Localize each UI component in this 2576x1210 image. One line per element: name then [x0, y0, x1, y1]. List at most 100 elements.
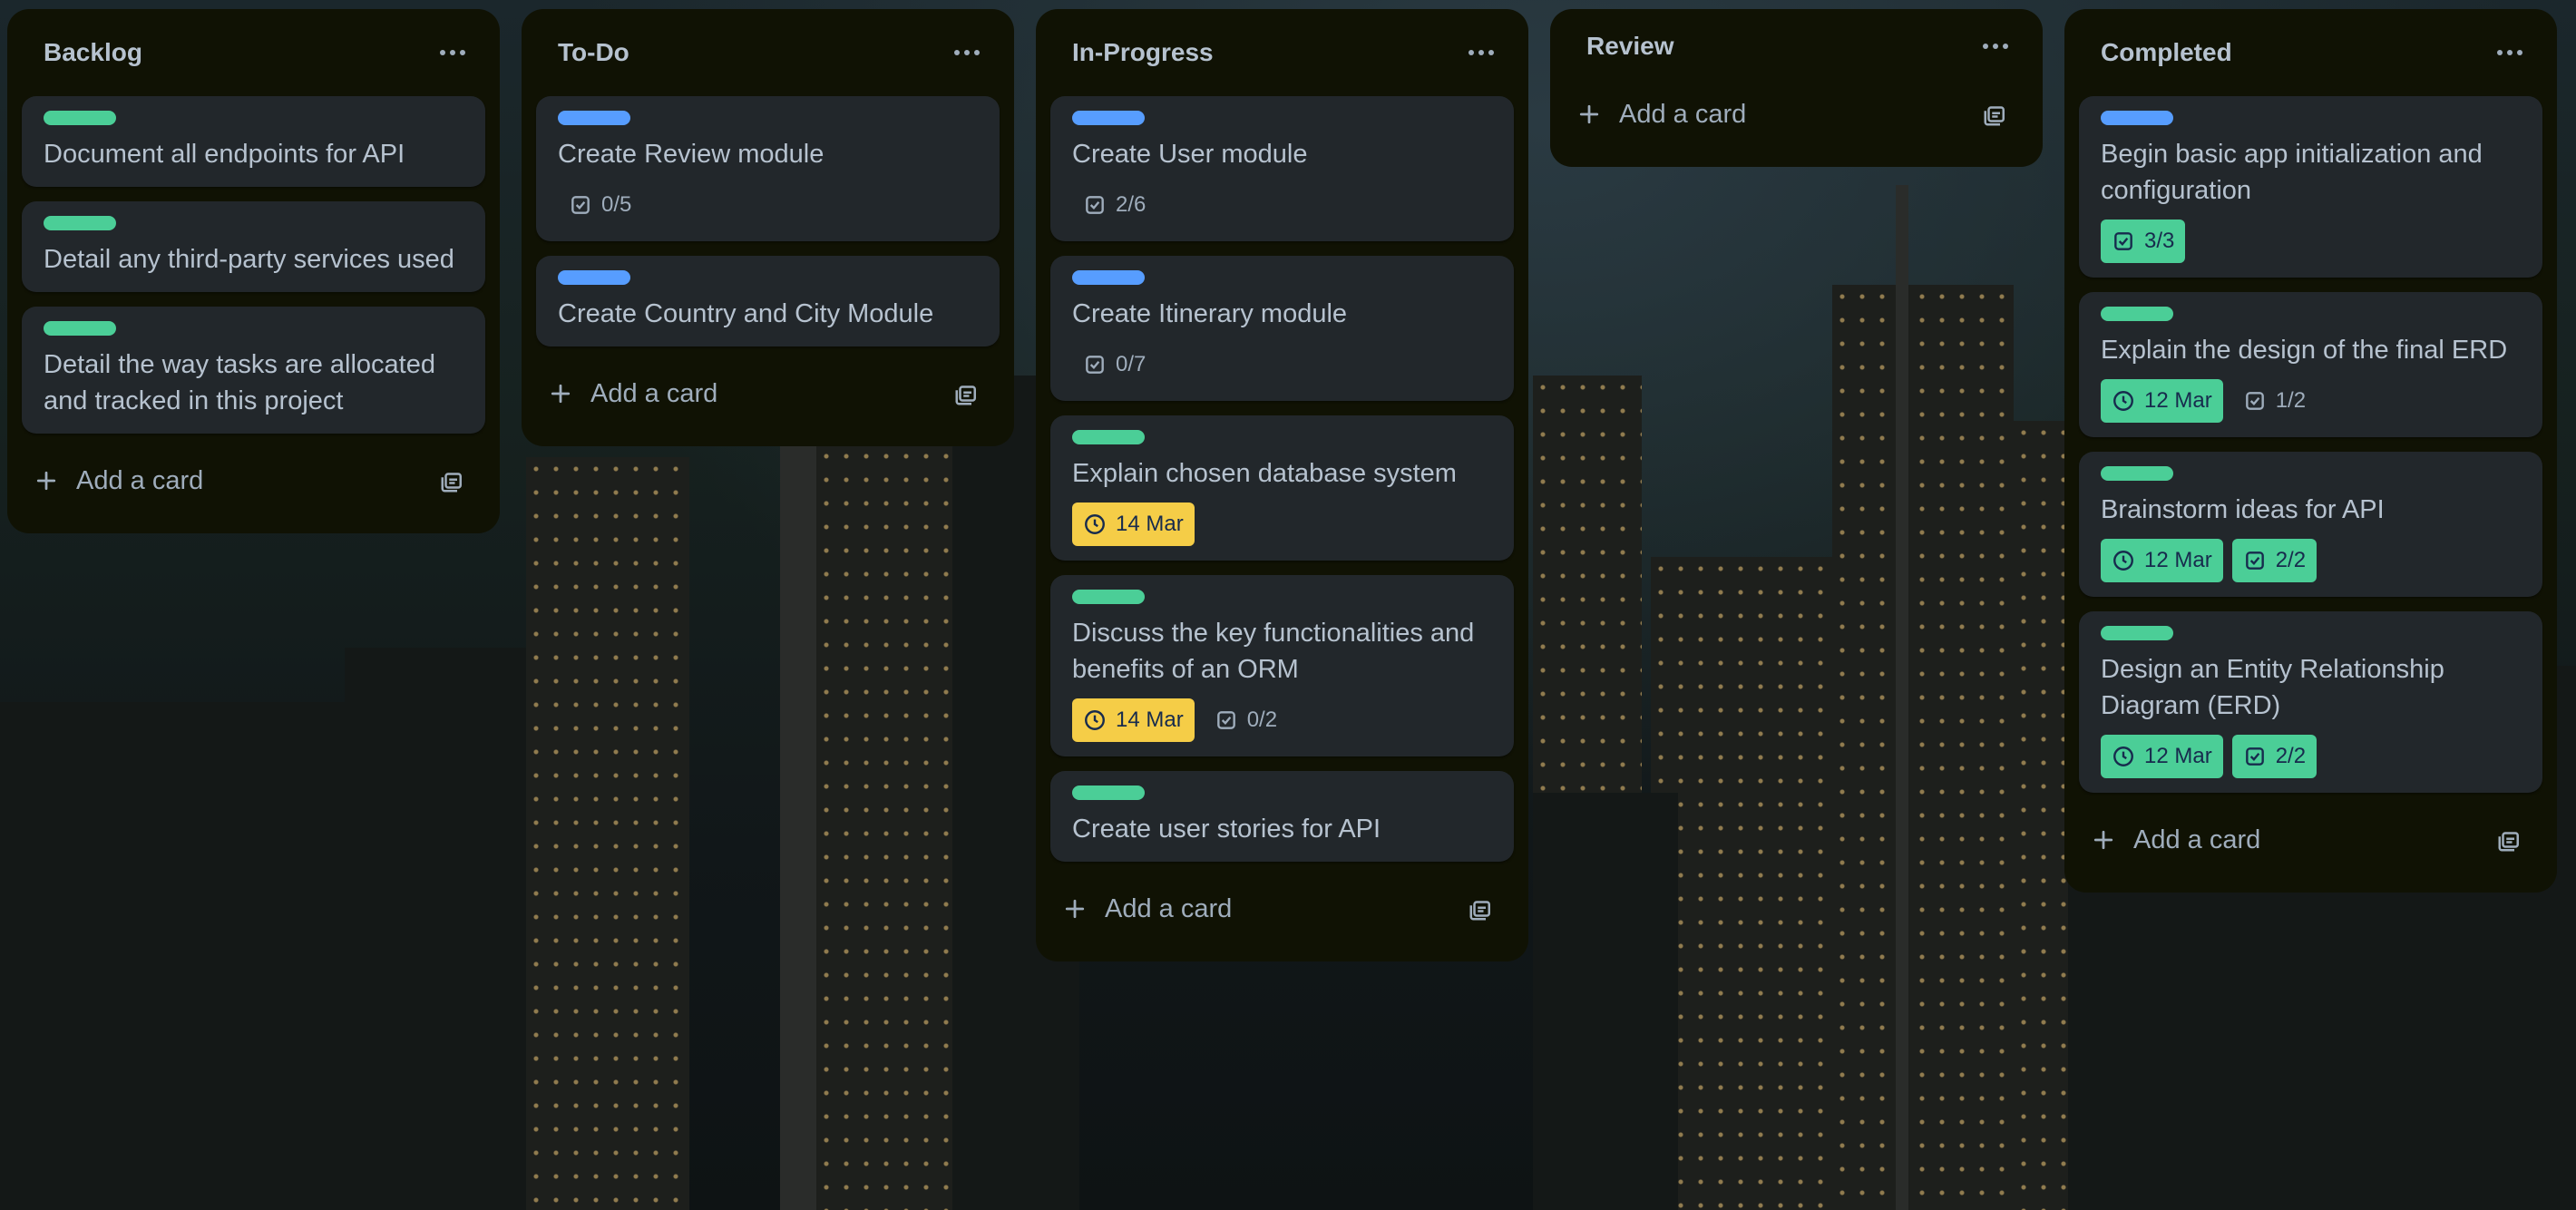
add-card-label: Add a card: [76, 465, 204, 495]
card-label-blue[interactable]: [1072, 270, 1145, 285]
card-badges: 3/3: [2101, 220, 2521, 263]
card[interactable]: Discuss the key functionalities and bene…: [1050, 575, 1514, 756]
checklist-badge: 2/2: [2231, 735, 2317, 778]
card-title: Create Review module: [558, 140, 825, 169]
card-label-green[interactable]: [2101, 466, 2173, 481]
due-date-text: 14 Mar: [1116, 707, 1184, 732]
list-header: Backlog: [22, 9, 485, 96]
card-badges: 12 Mar 1/2: [2101, 379, 2521, 423]
due-date-badge[interactable]: 12 Mar: [2101, 379, 2223, 423]
card-title: Document all endpoints for API: [44, 140, 405, 169]
card-label-green[interactable]: [1072, 786, 1145, 800]
add-card-button[interactable]: Add a card: [33, 466, 203, 496]
list-menu-icon[interactable]: [942, 27, 992, 78]
card-label-blue[interactable]: [558, 111, 630, 125]
list-menu-icon[interactable]: [1456, 27, 1507, 78]
card[interactable]: Explain chosen database system 14 Mar: [1050, 415, 1514, 561]
card-label-green[interactable]: [1072, 430, 1145, 444]
plus-icon: [2090, 826, 2117, 854]
card-title: Design an Entity Relationship Diagram (E…: [2101, 655, 2444, 720]
add-card-button[interactable]: Add a card: [547, 379, 717, 409]
card[interactable]: Create Itinerary module 0/7: [1050, 256, 1514, 401]
card-label-green[interactable]: [2101, 307, 2173, 321]
list-title[interactable]: Backlog: [44, 38, 142, 67]
checklist-icon: [569, 193, 592, 217]
card[interactable]: Detail the way tasks are allocated and t…: [22, 307, 485, 434]
card[interactable]: Create Country and City Module: [536, 256, 1000, 346]
checklist-count: 1/2: [2275, 388, 2307, 413]
card-badges: 14 Mar 0/2: [1072, 698, 1492, 742]
card-label-green[interactable]: [1072, 590, 1145, 604]
add-card-button[interactable]: Add a card: [1061, 894, 1232, 924]
card-label-green[interactable]: [44, 321, 116, 336]
list-header: In-Progress: [1050, 9, 1514, 96]
due-date-badge[interactable]: 12 Mar: [2101, 735, 2223, 778]
add-card-row: Add a card: [22, 443, 485, 519]
card-title: Explain chosen database system: [1072, 459, 1457, 488]
create-from-template-icon[interactable]: [2492, 822, 2528, 858]
card-badges: 14 Mar: [1072, 503, 1492, 546]
card-title: Detail any third-party services used: [44, 245, 454, 274]
checklist-count: 0/2: [1246, 707, 1278, 732]
checklist-count: 3/3: [2144, 229, 2175, 253]
checklist-icon: [2112, 229, 2135, 253]
add-card-button[interactable]: Add a card: [1576, 100, 1746, 130]
due-date-badge[interactable]: 12 Mar: [2101, 539, 2223, 582]
card-label-blue[interactable]: [558, 270, 630, 285]
add-card-row: Add a card: [1565, 76, 2028, 152]
card-label-green[interactable]: [44, 111, 116, 125]
card[interactable]: Explain the design of the final ERD 12 Ma…: [2079, 292, 2542, 437]
list-header: Review: [1565, 9, 2028, 83]
card-title: Begin basic app initialization and confi…: [2101, 140, 2483, 205]
card[interactable]: Create user stories for API: [1050, 771, 1514, 862]
due-date-badge[interactable]: 14 Mar: [1072, 503, 1195, 546]
checklist-icon: [2243, 745, 2267, 768]
create-from-template-icon[interactable]: [949, 376, 985, 412]
add-card-label: Add a card: [1619, 99, 1747, 129]
create-from-template-icon[interactable]: [1977, 96, 2014, 132]
add-card-label: Add a card: [1105, 893, 1233, 923]
checklist-count: 2/2: [2275, 744, 2307, 768]
create-from-template-icon[interactable]: [434, 463, 471, 499]
card-title: Create User module: [1072, 140, 1308, 169]
card-label-green[interactable]: [2101, 626, 2173, 640]
card[interactable]: Create Review module 0/5: [536, 96, 1000, 241]
card[interactable]: Detail any third-party services used: [22, 201, 485, 292]
list-title[interactable]: To-Do: [558, 38, 629, 67]
list-menu-icon[interactable]: [1970, 21, 2021, 72]
card[interactable]: Document all endpoints for API: [22, 96, 485, 187]
list-menu-icon[interactable]: [427, 27, 478, 78]
add-card-row: Add a card: [1050, 871, 1514, 947]
list-title[interactable]: Completed: [2101, 38, 2232, 67]
add-card-button[interactable]: Add a card: [2090, 825, 2260, 855]
create-from-template-icon[interactable]: [1463, 891, 1499, 927]
checklist-badge: 2/6: [1072, 183, 1156, 227]
due-date-text: 14 Mar: [1116, 512, 1184, 536]
card-title: Create user stories for API: [1072, 815, 1381, 844]
card-label-blue[interactable]: [2101, 111, 2173, 125]
list-header: To-Do: [536, 9, 1000, 96]
card-list: Document all endpoints for API Detail any…: [22, 96, 485, 434]
card-list: Begin basic app initialization and confi…: [2079, 96, 2542, 793]
list-title[interactable]: In-Progress: [1072, 38, 1214, 67]
checklist-icon: [2243, 389, 2267, 413]
card-label-green[interactable]: [44, 216, 116, 230]
list-title[interactable]: Review: [1586, 32, 1674, 61]
card-title: Explain the design of the final ERD: [2101, 336, 2508, 365]
card-badges: 2/6: [1072, 183, 1492, 227]
card-label-blue[interactable]: [1072, 111, 1145, 125]
checklist-count: 0/7: [1116, 352, 1147, 376]
list-header: Completed: [2079, 9, 2542, 96]
card-badges: 0/7: [1072, 343, 1492, 386]
checklist-badge: 1/2: [2232, 379, 2317, 423]
add-card-label: Add a card: [2133, 825, 2261, 854]
due-date-badge[interactable]: 14 Mar: [1072, 698, 1195, 742]
list-to-do: To-Do Create Review module 0/5 Create Count…: [522, 9, 1014, 446]
card[interactable]: Brainstorm ideas for API 12 Mar 2/2: [2079, 452, 2542, 597]
card-title: Discuss the key functionalities and bene…: [1072, 619, 1475, 684]
list-review: Review Add a card: [1550, 9, 2043, 167]
card[interactable]: Create User module 2/6: [1050, 96, 1514, 241]
list-menu-icon[interactable]: [2484, 27, 2535, 78]
card[interactable]: Begin basic app initialization and confi…: [2079, 96, 2542, 278]
card[interactable]: Design an Entity Relationship Diagram (E…: [2079, 611, 2542, 793]
